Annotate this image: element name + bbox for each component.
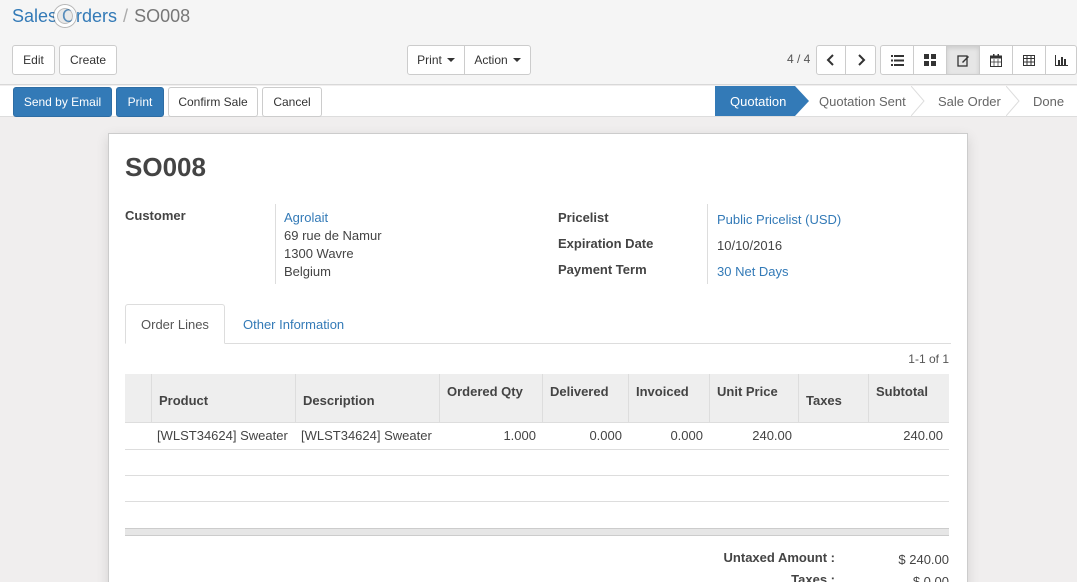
column-header-taxes[interactable]: Taxes (798, 374, 868, 422)
form-sheet: SO008 Customer Agrolait 69 rue de Namur … (108, 133, 968, 582)
form-area: SO008 Customer Agrolait 69 rue de Namur … (0, 117, 1077, 582)
column-header-label: Subtotal (876, 384, 928, 399)
stage-arrow (795, 86, 809, 116)
notebook-tabs: Order Lines Other Information (125, 304, 951, 344)
cell-delivered: 0.000 (589, 428, 622, 443)
column-header-label: Description (303, 393, 375, 408)
table-header: Product Description Ordered Qty Delivere… (125, 374, 949, 422)
payment-term-label: Payment Term (558, 262, 647, 277)
record-counter: 1-1 of 1 (908, 352, 949, 366)
stage-sale-order-label: Sale Order (938, 93, 1001, 109)
tab-other-information[interactable]: Other Information (228, 304, 359, 344)
stage-done[interactable]: Done (1021, 86, 1077, 116)
chevron-down-icon (512, 58, 521, 62)
untaxed-amount-label: Untaxed Amount : (723, 550, 835, 565)
form-view-button[interactable] (946, 45, 980, 75)
cell-description: [WLST34624] Sweater (301, 428, 432, 443)
row-divider (125, 449, 949, 450)
stage-quotation-sent[interactable]: Quotation Sent (810, 86, 912, 116)
breadcrumb-separator: / (123, 6, 129, 26)
send-by-email-button[interactable]: Send by Email (13, 87, 112, 117)
payment-term-link[interactable]: 30 Net Days (717, 264, 789, 279)
calendar-view-button[interactable] (979, 45, 1013, 75)
tab-order-lines[interactable]: Order Lines (125, 304, 225, 344)
row-divider (125, 475, 949, 476)
column-header-label: Product (159, 393, 209, 408)
stage-separator-icon (1006, 86, 1020, 116)
row-divider (125, 501, 949, 502)
cancel-button[interactable]: Cancel (262, 87, 322, 117)
stage-quotation-sent-label: Quotation Sent (819, 93, 906, 109)
cell-product: [WLST34624] Sweater (157, 428, 288, 443)
pivot-view-icon (1023, 54, 1035, 66)
customer-address-line: Belgium (284, 264, 331, 279)
column-header-description[interactable]: Description (295, 374, 439, 422)
order-title: SO008 (125, 152, 206, 182)
form-view-icon (956, 54, 969, 67)
chevron-left-icon (826, 54, 834, 66)
create-button[interactable]: Create (59, 45, 117, 75)
row-divider (125, 422, 949, 423)
column-header-invoiced[interactable]: Invoiced (628, 374, 709, 422)
print-dropdown-label: Print (417, 53, 442, 67)
action-dropdown-label: Action (474, 53, 508, 67)
print-button[interactable]: Print (116, 87, 164, 117)
cell-unit-price: 240.00 (752, 428, 792, 443)
kanban-view-icon (924, 54, 936, 66)
column-header-product[interactable]: Product (151, 374, 295, 422)
pivot-view-button[interactable] (1012, 45, 1046, 75)
column-header-label: Ordered Qty (447, 384, 523, 399)
column-header-label: Unit Price (717, 384, 778, 399)
calendar-view-icon (990, 53, 1002, 67)
column-header-unit-price[interactable]: Unit Price (709, 374, 798, 422)
column-header-subtotal[interactable]: Subtotal (868, 374, 949, 422)
cell-ordered-qty: 1.000 (503, 428, 536, 443)
stage-separator-icon (911, 86, 925, 116)
confirm-sale-button[interactable]: Confirm Sale (168, 87, 258, 117)
field-divider (707, 204, 708, 284)
stage-quotation-label: Quotation (730, 93, 787, 109)
customer-address-line: 1300 Wavre (284, 246, 354, 261)
list-view-button[interactable] (880, 45, 914, 75)
chevron-right-icon (857, 54, 865, 66)
action-dropdown[interactable]: Action (464, 45, 531, 75)
statusbar: Send by Email Print Confirm Sale Cancel … (0, 86, 1077, 117)
column-header-label: Invoiced (636, 384, 689, 399)
control-panel: Sales Orders / SO008 Edit Create Print Act… (0, 0, 1077, 85)
expiration-date-value: 10/10/2016 (717, 238, 783, 253)
pricelist-label: Pricelist (558, 210, 609, 225)
pager-next-button[interactable] (845, 45, 876, 75)
breadcrumb: Sales Orders / SO008 (12, 6, 190, 27)
untaxed-amount-value: $ 240.00 (898, 552, 949, 567)
customer-label: Customer (125, 208, 186, 223)
list-view-icon (890, 54, 904, 66)
breadcrumb-current: SO008 (134, 6, 191, 26)
stage-done-label: Done (1033, 93, 1065, 109)
edit-button[interactable]: Edit (12, 45, 55, 75)
column-header-label: Taxes (806, 393, 842, 408)
graph-view-button[interactable] (1045, 45, 1077, 75)
column-header-ordered-qty[interactable]: Ordered Qty (439, 374, 542, 422)
loading-spinner-icon (54, 5, 76, 27)
pricelist-link[interactable]: Public Pricelist (USD) (717, 212, 841, 227)
column-header-delivered[interactable]: Delivered (542, 374, 628, 422)
kanban-view-button[interactable] (913, 45, 947, 75)
column-header-label: Delivered (550, 384, 609, 399)
graph-view-icon (1054, 54, 1068, 66)
pager-value: 4 / 4 (787, 52, 811, 66)
cell-invoiced: 0.000 (670, 428, 703, 443)
chevron-down-icon (446, 58, 455, 62)
print-dropdown[interactable]: Print (407, 45, 465, 75)
field-divider (275, 204, 276, 284)
stage-quotation[interactable]: Quotation (715, 86, 795, 116)
customer-link[interactable]: Agrolait (284, 210, 328, 225)
customer-address-line: 69 rue de Namur (284, 228, 382, 243)
cell-subtotal: 240.00 (903, 428, 943, 443)
taxes-value: $ 0.00 (912, 574, 949, 582)
expiration-date-label: Expiration Date (558, 236, 654, 251)
stage-sale-order[interactable]: Sale Order (926, 86, 1006, 116)
pager-previous-button[interactable] (816, 45, 846, 75)
taxes-label: Taxes : (791, 572, 835, 582)
table-footer (125, 528, 949, 536)
